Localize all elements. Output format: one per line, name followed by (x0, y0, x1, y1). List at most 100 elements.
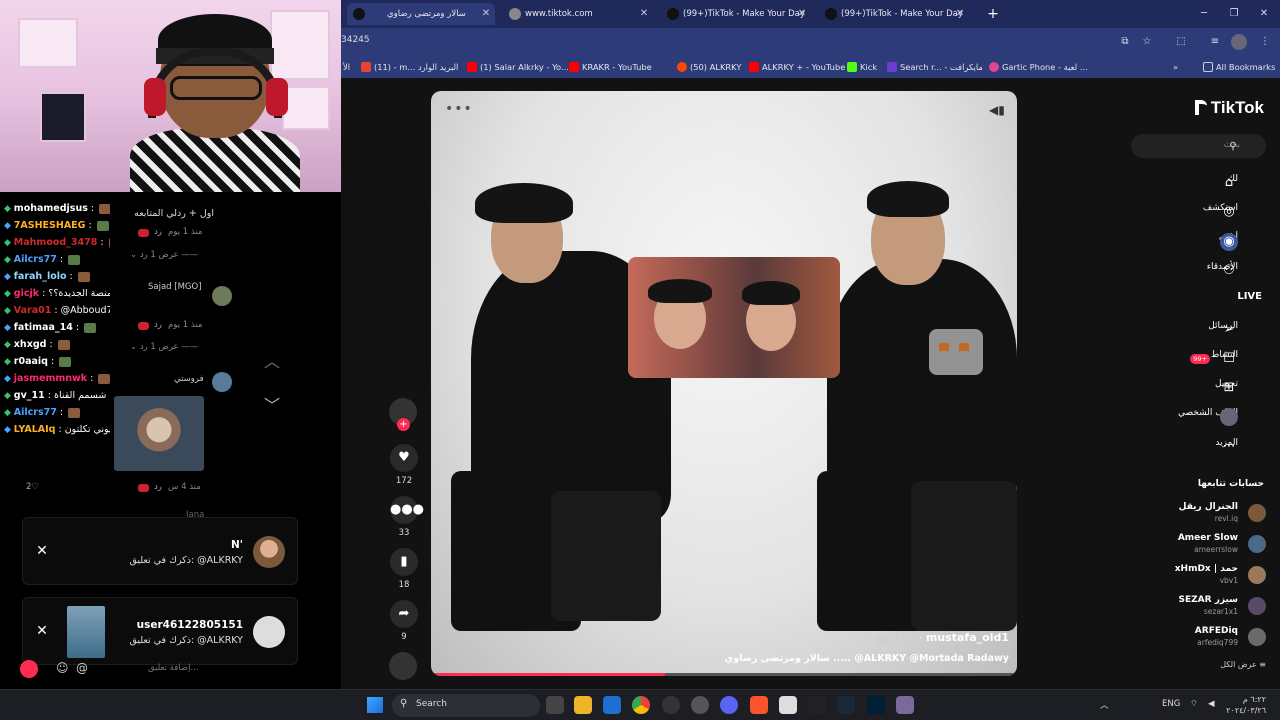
more-bookmarks-icon[interactable]: » (1173, 60, 1178, 74)
media-icon[interactable]: ≡ (1207, 34, 1223, 50)
bookmark-icon[interactable]: ▮ (390, 548, 418, 576)
commenter-avatar[interactable] (212, 372, 232, 392)
emoji-icon[interactable]: ☺ (56, 661, 69, 675)
nav-item-home[interactable]: لك ⌂ (1126, 170, 1266, 190)
store-icon[interactable] (603, 696, 621, 714)
comment-input[interactable]: ☺ @ إضافة تعليق... (20, 658, 230, 680)
close-icon[interactable]: ✕ (795, 3, 809, 25)
reply-link[interactable]: رد (154, 227, 162, 237)
view-replies[interactable]: ⌄ عرض 1 رد —— (130, 250, 198, 260)
progress-bar[interactable] (431, 673, 1017, 676)
video-player[interactable]: ••• ◀▮ منذ 1 يوم · mustafa_old1 سالار وم… (431, 91, 1017, 676)
app-icon[interactable] (691, 696, 709, 714)
chat-username[interactable]: gicjk (14, 288, 39, 299)
tray-chevron-icon[interactable]: ︿ (1100, 699, 1109, 711)
followed-account[interactable]: SEZAR سيزر sezar1x1 (1126, 595, 1266, 621)
like-count[interactable]: 2♡ (26, 482, 39, 492)
chat-username[interactable]: LYALAIq (14, 424, 56, 435)
chat-username[interactable]: Vara01 (14, 305, 52, 316)
nav-item-following[interactable]: أتابعه◉ (1126, 229, 1266, 251)
save-button[interactable]: ▮ 18 (389, 548, 419, 590)
bookmark[interactable]: Kick (847, 60, 877, 74)
chat-username[interactable]: r0aaiq (14, 356, 48, 367)
tab-tiktok-home[interactable]: www.tiktok.com ✕ (503, 3, 653, 25)
app-icon[interactable] (896, 696, 914, 714)
search-icon[interactable]: ⚲ (1226, 140, 1240, 154)
start-button[interactable] (367, 697, 383, 713)
reply-link[interactable]: رد (154, 320, 162, 330)
see-all-link[interactable]: عرض الكل ≡ (1220, 660, 1266, 669)
nav-item-live[interactable]: LIVE (1126, 287, 1266, 307)
bookmark[interactable]: (50) ALKRKY (677, 60, 741, 74)
volume-icon[interactable]: ◀▮ (989, 103, 1005, 119)
nav-item-messages[interactable]: الرسائل ➢ (1126, 317, 1266, 337)
restore-button[interactable]: ❐ (1219, 3, 1249, 25)
star-icon[interactable]: ☆ (1139, 34, 1155, 50)
comment-button[interactable]: ●●● 33 (389, 496, 424, 538)
notepad-icon[interactable] (779, 696, 797, 714)
commenter-avatar[interactable] (212, 286, 232, 306)
all-bookmarks[interactable]: All Bookmarks (1203, 60, 1275, 74)
task-view-icon[interactable] (546, 696, 564, 714)
view-replies[interactable]: ⌄ عرض 1 رد —— (130, 342, 198, 352)
nav-item-more[interactable]: المزيد ⋯ (1126, 434, 1266, 454)
extensions-icon[interactable]: ⬚ (1173, 34, 1189, 50)
nav-item-upload[interactable]: تحميل ⊞ (1126, 375, 1266, 395)
volume-icon[interactable]: ◀ (1208, 699, 1215, 709)
photoshop-icon[interactable] (867, 696, 885, 714)
chat-username[interactable]: Ailcrs77 (14, 407, 57, 418)
mention-notification[interactable]: ✕ N' ذكرك في تعليق: @ALKRKY (22, 517, 298, 585)
taskbar-search[interactable]: ⚲ Search (392, 694, 540, 717)
comment-user[interactable]: Sajad [MGO] (148, 282, 202, 292)
language-indicator[interactable]: ENG (1162, 699, 1180, 709)
chat-username[interactable]: Ailcrs77 (14, 254, 57, 265)
bookmark[interactable]: ALKRKY + - YouTube (749, 60, 845, 74)
discord-icon[interactable] (720, 696, 738, 714)
close-icon[interactable]: ✕ (637, 3, 651, 25)
capcut-icon[interactable] (808, 696, 826, 714)
url-text[interactable]: 34245 (341, 35, 370, 45)
profile-avatar[interactable] (1231, 34, 1247, 50)
bookmark[interactable]: (11) - m... البريد الوارد (361, 60, 458, 74)
nav-item-profile[interactable]: الملف الشخصي (1126, 404, 1266, 427)
nav-item-activity[interactable]: النشاط ☐ 99+ (1126, 346, 1266, 366)
share-button[interactable]: ➦ 9 (389, 600, 419, 642)
heart-icon[interactable]: ♥ (390, 444, 418, 472)
chat-username[interactable]: farah_lolo (14, 271, 67, 282)
chevron-up-icon[interactable]: ︿ (262, 352, 282, 372)
chat-username[interactable]: gv_11 (14, 390, 45, 401)
followed-account[interactable]: Ameer Slow ameerrslow (1126, 533, 1266, 559)
comment-image[interactable] (114, 396, 204, 471)
chrome-icon[interactable] (632, 696, 650, 714)
minimize-button[interactable]: ─ (1189, 3, 1219, 25)
new-tab-button[interactable]: + (983, 3, 1003, 25)
bookmark[interactable]: (1) Salar Alkrky - Yo... (467, 60, 569, 74)
close-icon[interactable]: ✕ (33, 542, 51, 560)
chat-username[interactable]: 7ASHESHAEG (14, 220, 86, 231)
comment-icon[interactable]: ●●● (390, 496, 424, 524)
chat-username[interactable]: Mahmood_3478 (14, 237, 98, 248)
obs-icon[interactable] (662, 696, 680, 714)
like-button[interactable]: ♥ 172 (389, 444, 419, 486)
bookmark[interactable]: KRAKR - YouTube (569, 60, 652, 74)
chevron-down-icon[interactable]: ﹀ (262, 396, 282, 416)
install-icon[interactable]: ⧉ (1117, 34, 1133, 50)
followed-account[interactable]: ARFEDiq arfediq799 (1126, 626, 1266, 652)
close-icon[interactable]: ✕ (479, 3, 493, 25)
music-disc-icon[interactable] (389, 652, 417, 680)
bookmark[interactable]: Search r... - مايكرافت (887, 60, 983, 74)
address-bar[interactable]: 34245 ⧉ ☆ ⬚ ≡ ⋮ (341, 28, 1280, 56)
bookmark[interactable]: Gartic Phone - لعبة ... (989, 60, 1088, 74)
tab-tiktok-video[interactable]: سالار ومرتضى رضاوي ✕ (347, 3, 495, 25)
music-disc[interactable] (389, 652, 419, 680)
chat-username[interactable]: xhxgd (14, 339, 47, 350)
nav-item-compass[interactable]: استكشف ◎ (1126, 199, 1266, 219)
close-window-button[interactable]: ✕ (1249, 3, 1279, 25)
close-icon[interactable]: ✕ (953, 3, 967, 25)
chat-username[interactable]: fatimaa_14 (14, 322, 73, 333)
steam-icon[interactable] (837, 696, 855, 714)
network-icon[interactable]: ⌔ (1190, 699, 1198, 709)
followed-account[interactable]: الجنرال ريقل revl.iq (1126, 502, 1266, 528)
nav-item-friends[interactable]: الأصدقاء ⚇ (1126, 258, 1266, 278)
comment-user[interactable]: فروستي (174, 374, 204, 384)
